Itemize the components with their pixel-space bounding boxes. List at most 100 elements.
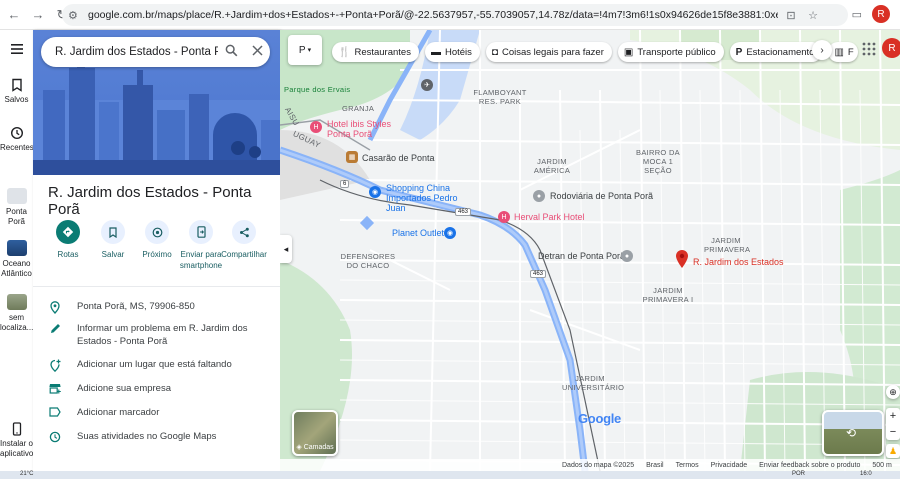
close-icon[interactable] (244, 45, 270, 59)
footer-privacy[interactable]: Privacidade (711, 462, 748, 469)
save-button[interactable]: Salvar (90, 220, 136, 260)
my-location-button[interactable]: ⊕ (886, 385, 900, 399)
search-icon[interactable] (218, 44, 244, 60)
collapse-panel-button[interactable]: ◂ (280, 235, 292, 263)
area-label-jardim-primavera-i: JARDIM PRIMAVERA I (642, 286, 694, 304)
map-canvas[interactable]: P ▾ 🍴 Restaurantes ▬ Hotéis ◘ Coisas legais … (280, 30, 900, 471)
forward-icon[interactable]: → (28, 5, 48, 25)
send-to-phone-button[interactable]: Enviar para smartphone (178, 220, 224, 271)
selected-place-label[interactable]: R. Jardim dos Estados (693, 257, 784, 267)
rail-recent-sem-local[interactable]: sem localiza... (0, 294, 33, 333)
chip-parking[interactable]: P Estacionamento (729, 42, 823, 62)
clock[interactable]: 16:0 (860, 471, 872, 477)
poi-detran[interactable]: Detran de Ponta Porã (538, 251, 625, 261)
footer-scale[interactable]: 500 m (872, 462, 891, 469)
chip-hotels[interactable]: ▬ Hotéis (424, 42, 480, 62)
add-business-text: Adicione sua empresa (77, 383, 171, 394)
nearby-button[interactable]: Próximo (134, 220, 180, 260)
install-app-button[interactable]: Instalar o aplicativo (0, 422, 33, 459)
site-info-icon[interactable]: ⚙ (68, 9, 82, 22)
divider (33, 286, 280, 287)
save-label: Salvar (101, 250, 125, 259)
chip-label: Hotéis (444, 46, 472, 58)
weather-temp[interactable]: 21°C (20, 471, 33, 477)
add-business-row[interactable]: Adicione sua empresa (33, 382, 280, 395)
selected-location-pin-icon[interactable] (676, 250, 688, 268)
nearby-label: Próximo (142, 250, 172, 259)
sidebar-toggle-icon[interactable]: ▭ (852, 8, 862, 21)
browser-toolbar: ← → ↻ ⚙ google.com.br/maps/place/R.+Jard… (0, 0, 900, 30)
zoom-out-icon[interactable]: − (890, 426, 896, 438)
add-label-text: Adicionar marcador (77, 407, 160, 418)
report-problem-row[interactable]: Informar um problema em R. Jardim dos Es… (33, 322, 280, 348)
park-label-text: Parque dos Ervais (284, 85, 351, 94)
area-label-granja: GRANJA (342, 104, 375, 113)
back-icon[interactable]: ← (4, 5, 24, 25)
rail-recent-ocean[interactable]: Oceano Atlântico (0, 240, 33, 279)
pegman-button[interactable]: ♟ (886, 444, 900, 458)
poi-planet-outlet[interactable]: Planet Outlet (392, 228, 444, 238)
address-bar[interactable]: ⚙ google.com.br/maps/place/R.+Jardim+dos… (62, 4, 848, 26)
poi-casarao[interactable]: Casarão de Ponta (362, 153, 435, 163)
rail-recent-label: Oceano Atlântico (1, 259, 32, 278)
account-avatar[interactable]: R (882, 38, 900, 58)
url-text[interactable]: google.com.br/maps/place/R.+Jardim+dos+E… (88, 9, 778, 21)
chips-scroll-right[interactable]: › (812, 40, 832, 60)
rail-saved[interactable]: Salvos (0, 78, 33, 105)
chip-label: Transporte público (637, 46, 716, 58)
camera-icon: ◘ (491, 46, 498, 58)
rail-recent-ponta-pora[interactable]: Ponta Porã (0, 188, 33, 227)
parking-icon: P (735, 46, 743, 58)
poi-hotel-ibis[interactable]: Hotel ibis Styles Ponta Porã (327, 119, 407, 139)
chip-restaurants[interactable]: 🍴 Restaurantes (332, 42, 419, 62)
profile-avatar[interactable]: R (872, 5, 890, 23)
label-tag-icon (33, 406, 77, 417)
add-missing-place-row[interactable]: Adicionar um lugar que está faltando (33, 358, 280, 372)
hotel-pin-icon[interactable]: H (310, 121, 322, 133)
add-missing-place-text: Adicionar um lugar que está faltando (77, 359, 232, 370)
footer-country[interactable]: Brasil (646, 462, 664, 469)
directions-button[interactable]: Rotas (45, 220, 91, 260)
chevron-left-icon: ◂ (283, 243, 289, 254)
share-button[interactable]: Compartilhar (221, 220, 267, 260)
poi-shopping-china[interactable]: Shopping China Importados Pedro Juan (386, 183, 478, 213)
government-icon[interactable]: ● (621, 250, 633, 262)
bookmark-star-icon[interactable]: ☆ (804, 9, 822, 22)
rail-recents[interactable]: Recentes (0, 126, 34, 153)
directions-label: Rotas (57, 250, 79, 259)
chip-more[interactable]: ▥ F (828, 42, 858, 62)
input-language[interactable]: POR (792, 471, 805, 477)
museum-icon[interactable]: ▦ (346, 151, 358, 163)
category-chips: 🍴 Restaurantes ▬ Hotéis ◘ Coisas legais par… (332, 40, 864, 64)
install-icon[interactable]: ⊡ (782, 9, 800, 22)
shopping-icon[interactable]: ◉ (369, 186, 381, 198)
zoom-in-icon[interactable]: + (890, 410, 896, 422)
chip-transit[interactable]: ▣ Transporte público (617, 42, 724, 62)
poi-rodoviaria[interactable]: Rodoviária de Ponta Porã (550, 191, 653, 201)
street-view-thumbnail[interactable]: ⟲ (822, 410, 884, 456)
chip-label: F (847, 46, 854, 58)
menu-button[interactable] (0, 42, 33, 59)
nearby-icon (145, 220, 169, 244)
address-row[interactable]: Ponta Porã, MS, 79906-850 (33, 300, 280, 314)
search-box[interactable]: R. Jardim dos Estados - Ponta Porã (41, 37, 270, 67)
layers-button[interactable]: ◈ Camadas (292, 410, 338, 456)
chevron-down-icon: ▾ (307, 47, 312, 54)
add-label-row[interactable]: Adicionar marcador (33, 406, 280, 419)
activities-row[interactable]: Suas atividades no Google Maps (33, 430, 280, 443)
search-input[interactable]: R. Jardim dos Estados - Ponta Porã (55, 46, 218, 58)
poi-herval-park[interactable]: Herval Park Hotel (514, 212, 585, 222)
footer-feedback[interactable]: Enviar feedback sobre o produto (759, 462, 860, 469)
chip-things-to-do[interactable]: ◘ Coisas legais para fazer (485, 42, 612, 62)
travel-mode-button[interactable]: P ▾ (288, 35, 322, 65)
hotel-pin-icon[interactable]: H (498, 211, 510, 223)
rail-recent-label: sem localiza... (0, 313, 34, 332)
airport-icon[interactable]: ✈ (421, 79, 433, 91)
phone-icon (12, 422, 21, 436)
bus-station-icon[interactable]: ● (533, 190, 545, 202)
place-title: R. Jardim dos Estados - Ponta Porã (48, 184, 252, 218)
apps-grid-icon[interactable] (862, 42, 876, 59)
footer-terms[interactable]: Termos (676, 462, 699, 469)
shopping-bag-icon[interactable]: ◉ (444, 227, 456, 239)
chip-label: Coisas legais para fazer (501, 46, 604, 58)
